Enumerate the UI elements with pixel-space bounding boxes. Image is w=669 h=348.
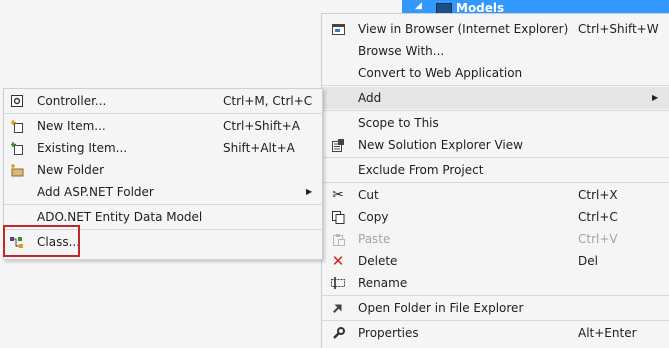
menu-item-delete[interactable]: ✕ Delete Del (322, 250, 669, 272)
menu-item-paste[interactable]: Paste Ctrl+V (322, 228, 669, 250)
separator (322, 110, 669, 111)
class-item-highlight-box (3, 225, 80, 257)
copy-icon (331, 210, 345, 224)
separator (322, 295, 669, 296)
browser-icon (331, 22, 345, 36)
expand-arrow-icon[interactable]: ◢ (415, 1, 422, 11)
cut-icon: ✂ (332, 187, 344, 203)
separator (322, 157, 669, 158)
menu-item-properties[interactable]: Properties Alt+Enter (322, 322, 669, 344)
menu-item-copy[interactable]: Copy Ctrl+C (322, 206, 669, 228)
menu-item-browse-with[interactable]: Browse With... (322, 40, 669, 62)
menu-item-view-in-browser[interactable]: View in Browser (Internet Explorer) Ctrl… (322, 18, 669, 40)
submenu-arrow-icon: ▶ (306, 187, 313, 196)
separator (4, 113, 322, 114)
rename-icon (331, 276, 345, 290)
new-item-icon (10, 119, 24, 133)
controller-icon (10, 94, 24, 108)
separator (4, 204, 322, 205)
new-folder-icon (10, 163, 24, 177)
menu-item-new-solution-explorer-view[interactable]: New Solution Explorer View (322, 134, 669, 156)
context-menu: View in Browser (Internet Explorer) Ctrl… (321, 13, 669, 348)
menu-item-open-folder-in-file-explorer[interactable]: Open Folder in File Explorer (322, 297, 669, 319)
menu-item-new-item[interactable]: New Item... Ctrl+Shift+A (4, 115, 322, 137)
menu-item-convert-to-web-application[interactable]: Convert to Web Application (322, 62, 669, 84)
submenu-arrow-icon: ▶ (652, 93, 659, 102)
paste-icon (331, 232, 345, 246)
menu-item-add[interactable]: Add ▶ (322, 87, 669, 109)
properties-icon (331, 326, 345, 340)
menu-item-exclude-from-project[interactable]: Exclude From Project (322, 159, 669, 181)
menu-item-existing-item[interactable]: Existing Item... Shift+Alt+A (4, 137, 322, 159)
menu-item-new-folder[interactable]: New Folder (4, 159, 322, 181)
menu-item-add-aspnet-folder[interactable]: Add ASP.NET Folder ▶ (4, 181, 322, 203)
menu-item-cut[interactable]: ✂ Cut Ctrl+X (322, 184, 669, 206)
separator (322, 320, 669, 321)
open-folder-icon (331, 301, 345, 315)
separator (322, 85, 669, 86)
menu-item-scope-to-this[interactable]: Scope to This (322, 112, 669, 134)
menu-item-rename[interactable]: Rename (322, 272, 669, 294)
existing-item-icon (10, 141, 24, 155)
menu-item-controller[interactable]: Controller... Ctrl+M, Ctrl+C (4, 90, 322, 112)
separator (322, 182, 669, 183)
new-view-icon (331, 138, 345, 152)
delete-icon: ✕ (331, 252, 345, 270)
